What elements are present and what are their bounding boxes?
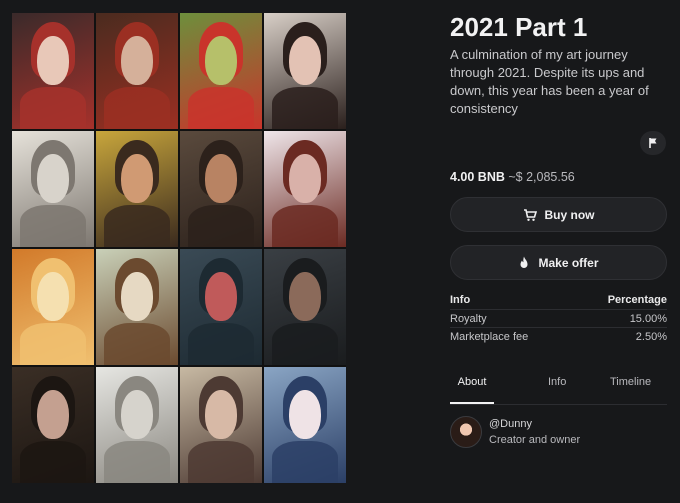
- portrait-body: [188, 205, 254, 247]
- nft-description: A culmination of my art journey through …: [450, 47, 649, 116]
- portrait-body: [20, 441, 86, 483]
- make-offer-label: Make offer: [538, 255, 599, 270]
- creator-card[interactable]: @Dunny Creator and owner: [450, 416, 667, 450]
- price-display: 4.00 BNB ~$ 2,085.56: [450, 170, 575, 184]
- portrait-body: [20, 323, 86, 365]
- artwork-tile: [12, 249, 94, 365]
- marketplace-fee-label: Marketplace fee: [450, 331, 529, 343]
- cart-icon: [523, 208, 537, 221]
- portrait-face: [37, 36, 69, 85]
- portrait-body: [188, 323, 254, 365]
- tab-info[interactable]: Info: [548, 376, 566, 403]
- artwork-tile: [180, 131, 262, 247]
- portrait-face: [121, 36, 153, 85]
- artwork-tile: [96, 249, 178, 365]
- portrait-body: [104, 87, 170, 129]
- portrait-face: [205, 36, 237, 85]
- artwork-tile: [96, 13, 178, 129]
- price-bnb: 4.00 BNB: [450, 170, 505, 184]
- royalty-label: Royalty: [450, 313, 487, 325]
- artwork-tile: [12, 367, 94, 483]
- make-offer-button[interactable]: Make offer: [450, 245, 667, 280]
- portrait-body: [272, 323, 338, 365]
- info-table-header: Info Percentage: [450, 294, 667, 306]
- artwork-image-grid[interactable]: [12, 13, 346, 483]
- portrait-face: [205, 390, 237, 439]
- artwork-tile: [96, 131, 178, 247]
- portrait-body: [188, 87, 254, 129]
- artwork-tile: [96, 367, 178, 483]
- portrait-face: [121, 390, 153, 439]
- artwork-tile: [264, 131, 346, 247]
- detail-tabs: About Info Timeline: [450, 376, 667, 405]
- portrait-body: [188, 441, 254, 483]
- percentage-header-label: Percentage: [607, 294, 667, 306]
- portrait-face: [37, 390, 69, 439]
- flag-icon: [649, 138, 657, 148]
- info-header-label: Info: [450, 294, 471, 306]
- portrait-face: [37, 272, 69, 321]
- portrait-body: [20, 87, 86, 129]
- artwork-tile: [12, 13, 94, 129]
- artwork-tile: [180, 249, 262, 365]
- artwork-tile: [264, 367, 346, 483]
- portrait-body: [272, 441, 338, 483]
- portrait-body: [20, 205, 86, 247]
- portrait-face: [121, 272, 153, 321]
- royalty-value: 15.00%: [629, 313, 667, 325]
- creator-role: Creator and owner: [489, 434, 581, 446]
- portrait-body: [104, 205, 170, 247]
- portrait-face: [205, 272, 237, 321]
- portrait-body: [272, 205, 338, 247]
- nft-title: 2021 Part 1: [450, 12, 588, 42]
- marketplace-fee-row: Marketplace fee 2.50%: [450, 327, 667, 343]
- buy-now-label: Buy now: [544, 207, 595, 222]
- portrait-body: [104, 323, 170, 365]
- portrait-face: [289, 390, 321, 439]
- artwork-tile: [264, 249, 346, 365]
- portrait-face: [289, 272, 321, 321]
- portrait-face: [37, 154, 69, 203]
- portrait-face: [289, 154, 321, 203]
- buy-now-button[interactable]: Buy now: [450, 197, 667, 232]
- artwork-tile: [180, 13, 262, 129]
- report-flag-button[interactable]: [640, 131, 666, 155]
- portrait-face: [121, 154, 153, 203]
- price-usd: ~$ 2,085.56: [508, 170, 575, 184]
- fire-icon: [520, 256, 528, 268]
- royalty-row: Royalty 15.00%: [450, 309, 667, 325]
- marketplace-fee-value: 2.50%: [635, 331, 667, 343]
- portrait-face: [289, 36, 321, 85]
- artwork-tile: [264, 13, 346, 129]
- tab-timeline[interactable]: Timeline: [610, 376, 651, 403]
- artwork-tile: [12, 131, 94, 247]
- avatar[interactable]: [450, 416, 482, 448]
- creator-handle[interactable]: @Dunny: [489, 418, 532, 430]
- portrait-body: [104, 441, 170, 483]
- artwork-tile: [180, 367, 262, 483]
- portrait-body: [272, 87, 338, 129]
- tab-about[interactable]: About: [450, 376, 494, 404]
- portrait-face: [205, 154, 237, 203]
